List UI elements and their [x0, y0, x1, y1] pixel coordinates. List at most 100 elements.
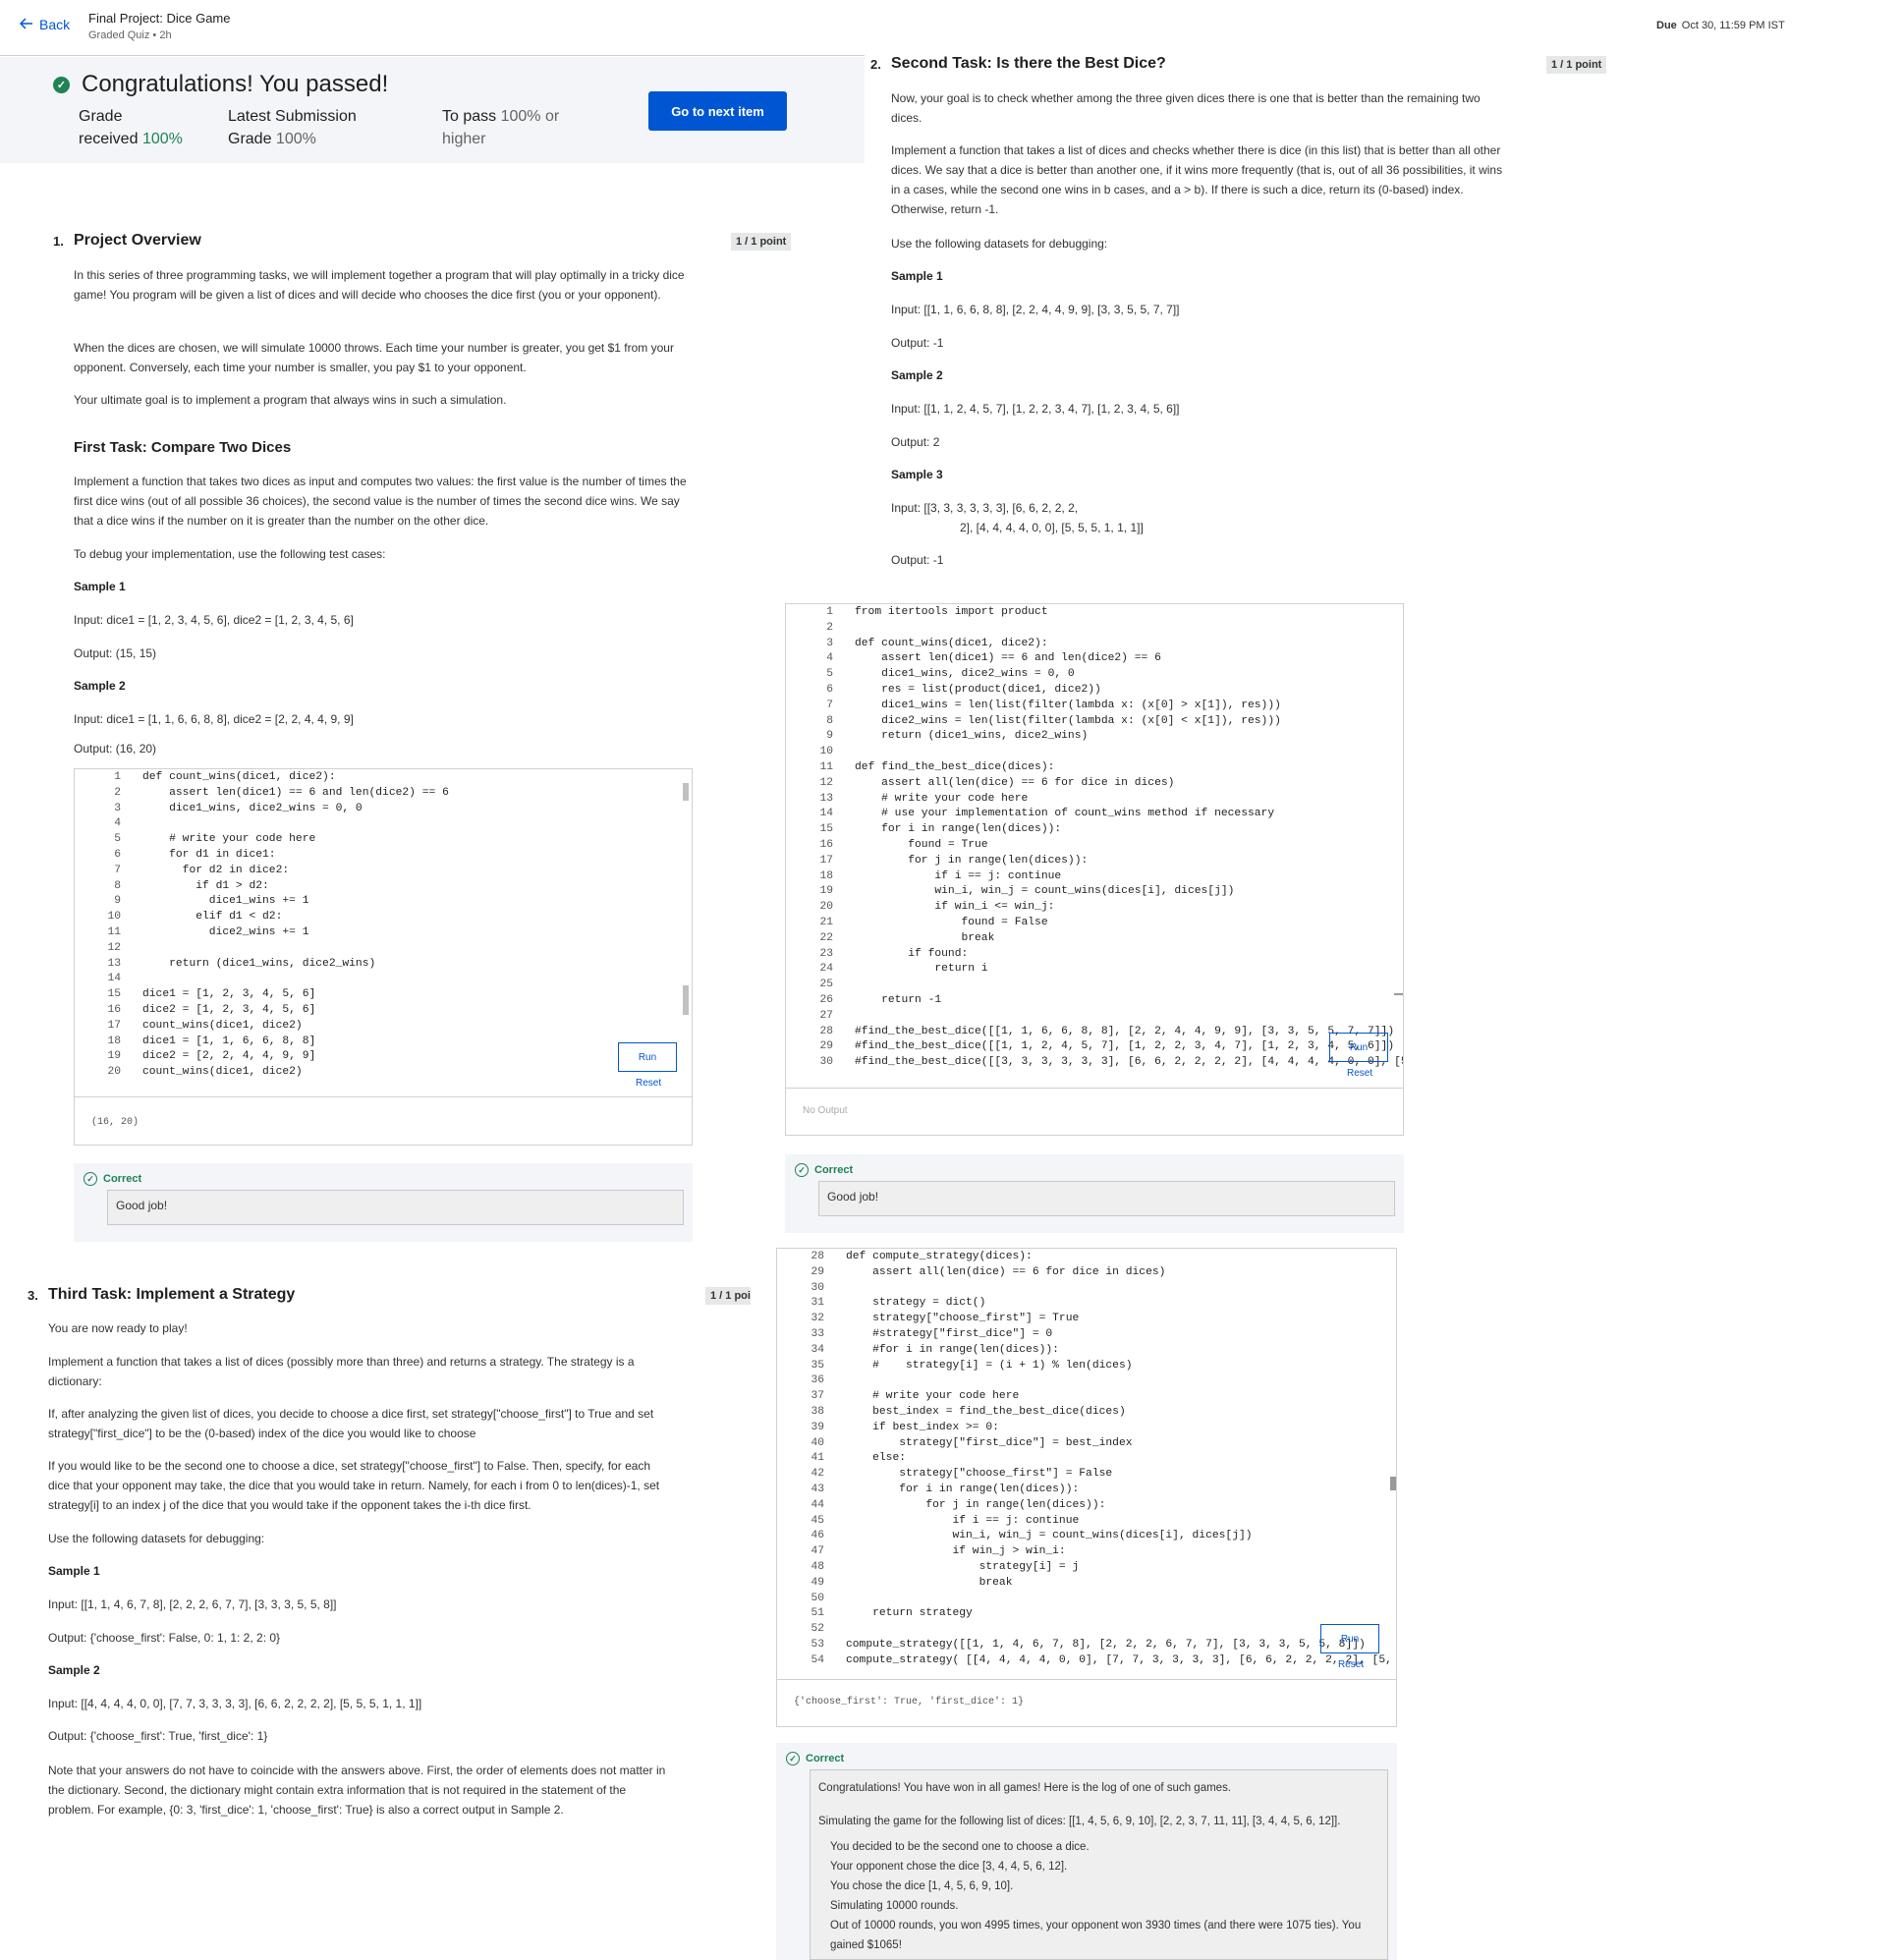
grade-received: Grade received 100% — [79, 105, 206, 150]
q3-paragraph-5: Note that your answers do not have to co… — [48, 1764, 666, 1817]
q2-paragraph-3: Use the following datasets for debugging… — [891, 237, 1108, 251]
q3-feedback-panel: ✓ Correct Congratulations! You have won i… — [776, 1743, 1397, 1960]
q1-number: 1. — [53, 234, 64, 249]
log-line-3: You decided to be the second one to choo… — [830, 1841, 1090, 1853]
log-line-2: Simulating the game for the following li… — [818, 1816, 1341, 1827]
q1-correct-label: Correct — [103, 1173, 142, 1185]
q1-code-editor[interactable]: 1 2 3 4 5 6 7 8 9 10 11 12 13 14 15 16 1… — [74, 768, 693, 1146]
latest-label: Latest Submission — [228, 108, 357, 125]
q1-subtitle: First Task: Compare Two Dices — [74, 439, 292, 456]
check-circle-icon: ✓ — [786, 1752, 800, 1765]
q2-sample3-input-2: 2], [4, 4, 4, 4, 0, 0], [5, 5, 5, 1, 1, … — [960, 521, 1144, 534]
q2-points-badge: 1 / 1 point — [1546, 56, 1607, 74]
q3-correct-label: Correct — [806, 1753, 845, 1764]
q3-sample1-output: Output: {'choose_first': False, 0: 1, 1:… — [48, 1631, 281, 1645]
q1-scroll-thumb-2[interactable] — [683, 985, 689, 1015]
q1-run-button[interactable]: Run — [618, 1042, 677, 1072]
q3-scroll-thumb[interactable] — [1390, 1477, 1396, 1490]
q2-divider — [786, 1088, 1403, 1089]
q3-sample1-input: Input: [[1, 1, 4, 6, 7, 8], [2, 2, 2, 6,… — [48, 1597, 337, 1611]
q2-sample1-title: Sample 1 — [891, 269, 943, 283]
q2-feedback-text: Good job! — [818, 1181, 1395, 1216]
q3-sample2-input: Input: [[4, 4, 4, 4, 0, 0], [7, 7, 3, 3,… — [48, 1697, 422, 1710]
q2-run-button[interactable]: Run — [1329, 1033, 1388, 1062]
q1-sample2-title: Sample 2 — [74, 679, 126, 693]
q3-code-editor[interactable]: 28 29 30 31 32 33 34 35 36 37 38 39 40 4… — [776, 1248, 1397, 1727]
log-line-7: Out of 10000 rounds, you won 4995 times,… — [830, 1920, 1365, 1951]
q3-sample1-title: Sample 1 — [48, 1564, 100, 1578]
q2-code-editor[interactable]: 1 2 3 4 5 6 7 8 9 10 11 12 13 14 15 16 1… — [785, 603, 1404, 1136]
q2-sample2-title: Sample 2 — [891, 368, 943, 382]
q2-correct-label: Correct — [814, 1164, 854, 1176]
q1-sample1-input: Input: dice1 = [1, 2, 3, 4, 5, 6], dice2… — [74, 613, 354, 627]
q3-paragraph-1: Implement a function that takes a list o… — [48, 1355, 635, 1388]
q3-points-badge: 1 / 1 poi — [705, 1287, 751, 1305]
q1-line-numbers: 1 2 3 4 5 6 7 8 9 10 11 12 13 14 15 16 1… — [107, 771, 121, 1079]
pass-value-2: higher — [442, 131, 486, 147]
q3-code[interactable]: def compute_strategy(dices): assert all(… — [846, 1250, 1396, 1669]
log-line-1: Congratulations! You have won in all gam… — [818, 1782, 1232, 1794]
q3-paragraph-3: If you would like to be the second one t… — [48, 1459, 660, 1512]
q1-paragraph-4: Implement a function that takes two dice… — [74, 475, 687, 528]
q2-scroll-thumb[interactable] — [1394, 993, 1403, 995]
q2-paragraph-2: Implement a function that takes a list o… — [891, 143, 1503, 216]
q3-correct: ✓ Correct — [786, 1752, 844, 1765]
due-value: Oct 30, 11:59 PM IST — [1681, 20, 1785, 31]
latest-submission: Latest Submission Grade 100% — [228, 105, 405, 150]
q2-feedback-panel: ✓ Correct Good job! — [785, 1154, 1404, 1233]
q3-run-button[interactable]: Run — [1320, 1624, 1379, 1653]
q1-feedback-text: Good job! — [107, 1190, 684, 1225]
pass-value: 100% or — [500, 108, 560, 125]
q1-paragraph-1: In this series of three programming task… — [74, 268, 685, 302]
q3-reset-link[interactable]: Reset — [1338, 1659, 1364, 1670]
q2-title: Second Task: Is there the Best Dice? — [891, 55, 1166, 72]
q3-divider — [777, 1679, 1396, 1680]
due-label: Due — [1656, 20, 1677, 31]
q1-points-badge: 1 / 1 point — [731, 233, 792, 251]
q2-sample3-output: Output: -1 — [891, 553, 944, 567]
q2-sample3-input-1: Input: [[3, 3, 3, 3, 3, 3], [6, 6, 2, 2,… — [891, 501, 1079, 515]
q1-reset-link[interactable]: Reset — [636, 1078, 661, 1089]
q1-title: Project Overview — [74, 232, 201, 249]
latest-label-2: Grade — [228, 131, 272, 147]
q2-sample1-output: Output: -1 — [891, 336, 944, 350]
due-date: Due Oct 30, 11:59 PM IST — [1656, 20, 1785, 31]
check-circle-icon: ✓ — [795, 1163, 809, 1177]
log-line-5: You chose the dice [1, 4, 5, 6, 9, 10]. — [830, 1880, 1014, 1892]
latest-value: 100% — [275, 131, 316, 147]
back-label: Back — [39, 17, 71, 32]
q3-output: {'choose_first': True, 'first_dice': 1} — [794, 1697, 1025, 1708]
q2-output: No Output — [803, 1105, 848, 1116]
congrats-text: Congratulations! You passed! — [82, 71, 389, 97]
q3-paragraph-4: Use the following datasets for debugging… — [48, 1532, 265, 1545]
back-link[interactable]: Back — [19, 17, 71, 32]
log-line-6: Simulating 10000 rounds. — [830, 1900, 959, 1912]
q1-paragraph-3: Your ultimate goal is to implement a pro… — [74, 393, 507, 407]
q1-scroll-thumb[interactable] — [683, 783, 689, 801]
check-circle-icon: ✓ — [84, 1172, 97, 1186]
q3-line-numbers: 28 29 30 31 32 33 34 35 36 37 38 39 40 4… — [811, 1251, 824, 1666]
to-pass: To pass 100% or higher — [442, 105, 589, 150]
grade-label: Grade — [79, 108, 123, 125]
q3-paragraph-2: If, after analyzing the given list of di… — [48, 1407, 654, 1440]
q1-paragraph-2: When the dices are chosen, we will simul… — [74, 341, 674, 374]
congrats-heading: ✓ Congratulations! You passed! — [53, 71, 388, 98]
q1-sample2-output: Output: (16, 20) — [74, 742, 157, 756]
q1-sample2-input: Input: dice1 = [1, 1, 6, 6, 8, 8], dice2… — [74, 712, 354, 726]
q2-reset-link[interactable]: Reset — [1347, 1068, 1372, 1079]
q1-divider — [75, 1096, 692, 1097]
q3-sample2-output: Output: {'choose_first': True, 'first_di… — [48, 1729, 268, 1743]
q2-sample1-input: Input: [[1, 1, 6, 6, 8, 8], [2, 2, 4, 4,… — [891, 303, 1180, 316]
q2-paragraph-1: Now, your goal is to check whether among… — [891, 91, 1481, 125]
q3-sample2-title: Sample 2 — [48, 1663, 100, 1677]
course-subtitle: Graded Quiz • 2h — [88, 29, 172, 41]
q3-number: 3. — [28, 1288, 38, 1303]
go-to-next-item-button[interactable]: Go to next item — [648, 91, 787, 131]
q3-feedback-log: Congratulations! You have won in all gam… — [810, 1769, 1388, 1960]
q3-paragraph-0: You are now ready to play! — [48, 1321, 188, 1335]
course-title: Final Project: Dice Game — [88, 11, 231, 26]
q1-output: (16, 20) — [91, 1117, 140, 1128]
check-circle-icon: ✓ — [53, 76, 70, 93]
q2-code[interactable]: from itertools import product def count_… — [855, 605, 1403, 1071]
q1-code[interactable]: def count_wins(dice1, dice2): assert len… — [142, 770, 449, 1081]
